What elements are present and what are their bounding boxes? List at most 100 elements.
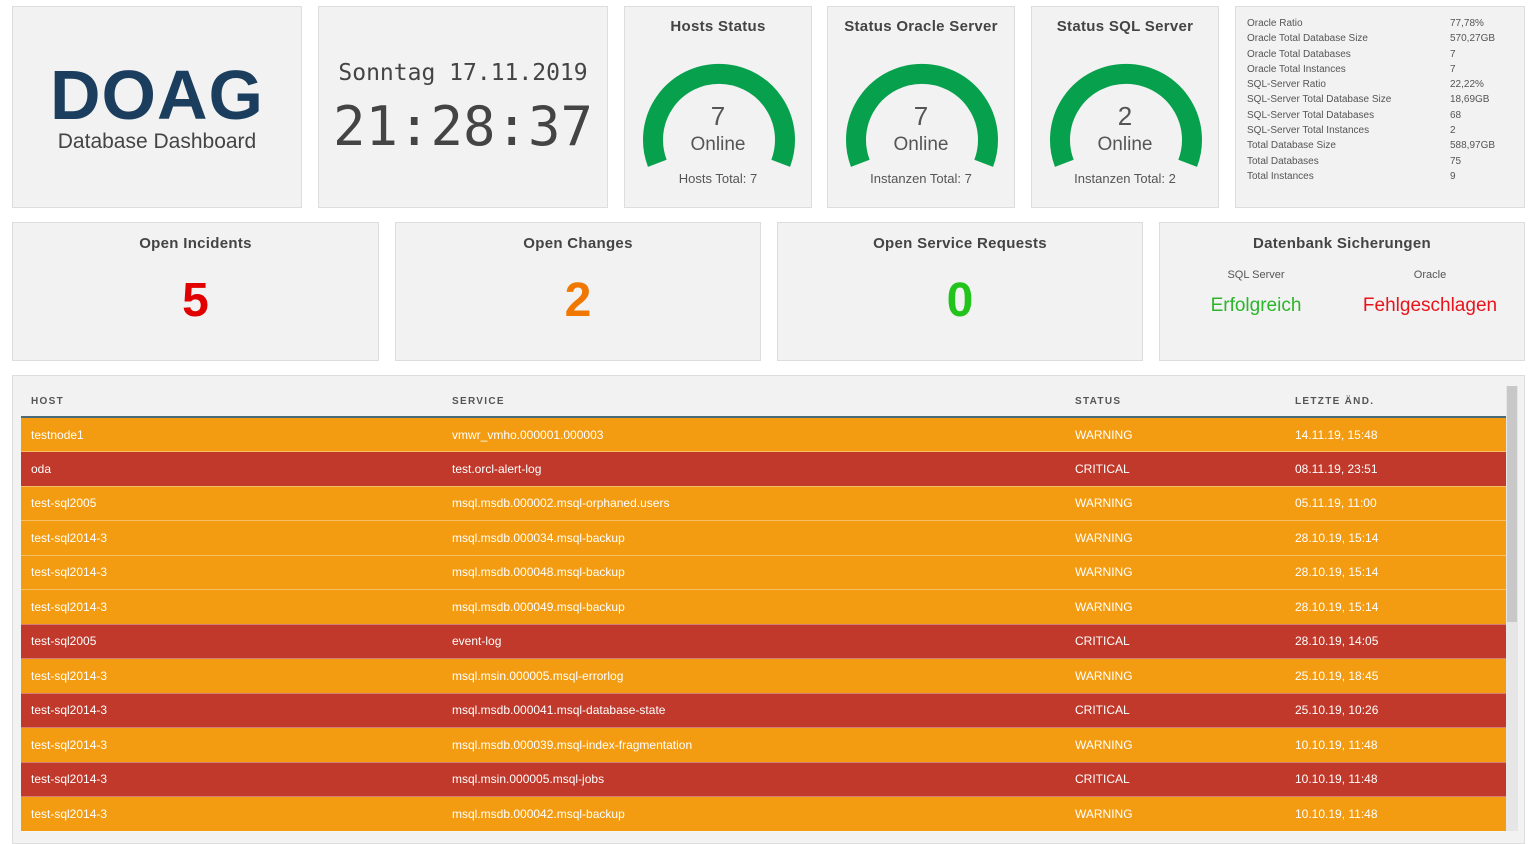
table-row[interactable]: oda test.orcl-alert-log CRITICAL 08.11.19, … bbox=[21, 451, 1507, 487]
cell-host: test-sql2014-3 bbox=[21, 727, 442, 763]
table-row[interactable]: test-sql2014-3 msql.msdb.000039.msql-inde… bbox=[21, 727, 1507, 763]
table-row[interactable]: test-sql2005 event-log CRITICAL 28.10.19, 1… bbox=[21, 624, 1507, 659]
cell-status: WARNING bbox=[1065, 589, 1285, 625]
scrollbar-thumb[interactable] bbox=[1507, 386, 1517, 622]
cell-host: test-sql2005 bbox=[21, 486, 442, 521]
table-row[interactable]: test-sql2005 msql.msdb.000002.msql-orphan… bbox=[21, 486, 1507, 521]
cell-service: msql.msdb.000042.msql-backup bbox=[442, 796, 1065, 832]
stat-row: Oracle Ratio 77,78% bbox=[1247, 16, 1517, 31]
gauge-value: 7 bbox=[913, 101, 929, 131]
stat-value: 18,69GB bbox=[1450, 94, 1490, 106]
stat-key: Total Instances bbox=[1247, 170, 1314, 182]
stat-key: Oracle Ratio bbox=[1247, 18, 1303, 29]
column-header-service[interactable]: SERVICE bbox=[442, 386, 1065, 418]
gauge-total: Hosts Total: 7 bbox=[678, 171, 758, 186]
backup-oracle: Oracle Fehlgeschlagen bbox=[1340, 269, 1520, 317]
stat-key: Oracle Total Instances bbox=[1247, 63, 1346, 75]
database-stats-panel: Oracle Ratio 77,78% Oracle Total Database … bbox=[1235, 6, 1525, 208]
cell-changed: 10.10.19, 11:48 bbox=[1285, 727, 1507, 763]
cell-status: WARNING bbox=[1065, 520, 1285, 556]
cell-changed: 28.10.19, 15:14 bbox=[1285, 520, 1507, 556]
table-row[interactable]: test-sql2014-3 msql.msin.000005.msql-jobs… bbox=[21, 762, 1507, 797]
stat-value: 588,97GB bbox=[1450, 140, 1496, 152]
table-row[interactable]: test-sql2014-3 msql.msdb.000042.msql-back… bbox=[21, 796, 1507, 832]
gauge-value: 2 bbox=[1117, 101, 1133, 131]
stat-row: Total Database Size 588,97GB bbox=[1247, 138, 1517, 153]
backup-name: SQL Server bbox=[1227, 269, 1285, 281]
cell-service: msql.msin.000005.msql-jobs bbox=[442, 762, 1065, 797]
backup-name: Oracle bbox=[1413, 269, 1447, 281]
backup-sqlserver: SQL Server Erfolgreich bbox=[1166, 269, 1346, 317]
table-row[interactable]: test-sql2014-3 msql.msin.000005.msql-erro… bbox=[21, 658, 1507, 694]
cell-status: WARNING bbox=[1065, 727, 1285, 763]
kpi-value: 5 bbox=[182, 274, 209, 327]
gauge-title: Hosts Status bbox=[670, 18, 766, 35]
cell-status: WARNING bbox=[1065, 417, 1285, 452]
gauge-title: Status SQL Server bbox=[1056, 18, 1194, 35]
table-scrollbar[interactable] bbox=[1506, 386, 1518, 831]
cell-service: msql.msdb.000049.msql-backup bbox=[442, 589, 1065, 625]
column-header-host[interactable]: HOST bbox=[21, 386, 442, 418]
gauge-title: Status Oracle Server bbox=[844, 18, 998, 35]
stat-row: SQL-Server Ratio 22,22% bbox=[1247, 77, 1517, 92]
column-header-status[interactable]: STATUS bbox=[1065, 386, 1285, 418]
gauge-label: Online bbox=[893, 134, 949, 155]
kpi-title: Open Changes bbox=[523, 235, 633, 252]
table-row[interactable]: test-sql2014-3 msql.msdb.000049.msql-back… bbox=[21, 589, 1507, 625]
cell-changed: 05.11.19, 11:00 bbox=[1285, 486, 1507, 521]
cell-service: event-log bbox=[442, 624, 1065, 659]
stat-key: SQL-Server Ratio bbox=[1247, 79, 1326, 91]
stat-key: SQL-Server Total Database Size bbox=[1247, 94, 1392, 106]
table-row[interactable]: test-sql2014-3 msql.msdb.000034.msql-back… bbox=[21, 520, 1507, 556]
stat-value: 2 bbox=[1450, 125, 1456, 137]
hosts-status-panel: Hosts Status 7 Online Hosts Total: 7 bbox=[624, 6, 812, 208]
cell-host: test-sql2014-3 bbox=[21, 520, 442, 556]
table-row[interactable]: test-sql2014-3 msql.msdb.000041.msql-data… bbox=[21, 693, 1507, 728]
stat-value: 7 bbox=[1450, 63, 1456, 75]
table-row[interactable]: test-sql2014-3 msql.msdb.000048.msql-back… bbox=[21, 555, 1507, 590]
cell-status: CRITICAL bbox=[1065, 693, 1285, 728]
cell-changed: 10.10.19, 11:48 bbox=[1285, 796, 1507, 832]
cell-host: test-sql2014-3 bbox=[21, 658, 442, 694]
cell-changed: 08.11.19, 23:51 bbox=[1285, 451, 1507, 487]
cell-changed: 28.10.19, 15:14 bbox=[1285, 589, 1507, 625]
cell-host: testnode1 bbox=[21, 417, 442, 452]
cell-status: WARNING bbox=[1065, 486, 1285, 521]
column-header-changed[interactable]: LETZTE ÄND. bbox=[1285, 386, 1507, 418]
kpi-value: 2 bbox=[564, 274, 592, 327]
cell-status: WARNING bbox=[1065, 555, 1285, 590]
oracle-status-panel: Status Oracle Server 7 Online Instanzen … bbox=[827, 6, 1015, 208]
stat-key: Oracle Total Database Size bbox=[1247, 33, 1368, 45]
open-incidents-panel: Open Incidents 5 bbox=[12, 222, 379, 361]
clock-date: Sonntag 17.11.2019 bbox=[338, 60, 588, 86]
alerts-table: HOST SERVICE STATUS LETZTE ÄND. testnode… bbox=[21, 386, 1507, 832]
stat-value: 7 bbox=[1450, 48, 1456, 60]
cell-host: test-sql2014-3 bbox=[21, 589, 442, 625]
kpi-title: Open Incidents bbox=[139, 235, 252, 252]
cell-service: msql.msin.000005.msql-errorlog bbox=[442, 658, 1065, 694]
stat-row: Oracle Total Instances 7 bbox=[1247, 62, 1517, 77]
cell-changed: 14.11.19, 15:48 bbox=[1285, 417, 1507, 452]
alerts-table-panel: HOST SERVICE STATUS LETZTE ÄND. testnode… bbox=[12, 375, 1525, 844]
backup-panel: Datenbank Sicherungen SQL Server Erfolgr… bbox=[1159, 222, 1525, 361]
stat-key: Total Database Size bbox=[1247, 140, 1336, 152]
gauge-label: Online bbox=[690, 134, 746, 155]
logo-subtitle: Database Dashboard bbox=[57, 130, 257, 153]
stat-row: SQL-Server Total Databases 68 bbox=[1247, 108, 1517, 123]
stat-key: Oracle Total Databases bbox=[1247, 48, 1351, 60]
backup-status: Erfolgreich bbox=[1210, 295, 1302, 316]
gauge-total: Instanzen Total: 7 bbox=[870, 171, 972, 186]
cell-host: test-sql2014-3 bbox=[21, 555, 442, 590]
stat-key: SQL-Server Total Databases bbox=[1247, 109, 1375, 121]
clock-panel: Sonntag 17.11.2019 21:28:37 bbox=[318, 6, 608, 208]
cell-service: msql.msdb.000034.msql-backup bbox=[442, 520, 1065, 556]
stat-row: SQL-Server Total Database Size 18,69GB bbox=[1247, 92, 1517, 107]
stat-value: 75 bbox=[1450, 155, 1462, 167]
stat-value: 77,78% bbox=[1450, 18, 1484, 29]
cell-host: test-sql2005 bbox=[21, 624, 442, 659]
gauge-label: Online bbox=[1097, 134, 1153, 155]
cell-changed: 25.10.19, 18:45 bbox=[1285, 658, 1507, 694]
cell-status: CRITICAL bbox=[1065, 451, 1285, 487]
cell-service: msql.msdb.000041.msql-database-state bbox=[442, 693, 1065, 728]
table-row[interactable]: testnode1 vmwr_vmho.000001.000003 WARNING 1… bbox=[21, 417, 1507, 452]
